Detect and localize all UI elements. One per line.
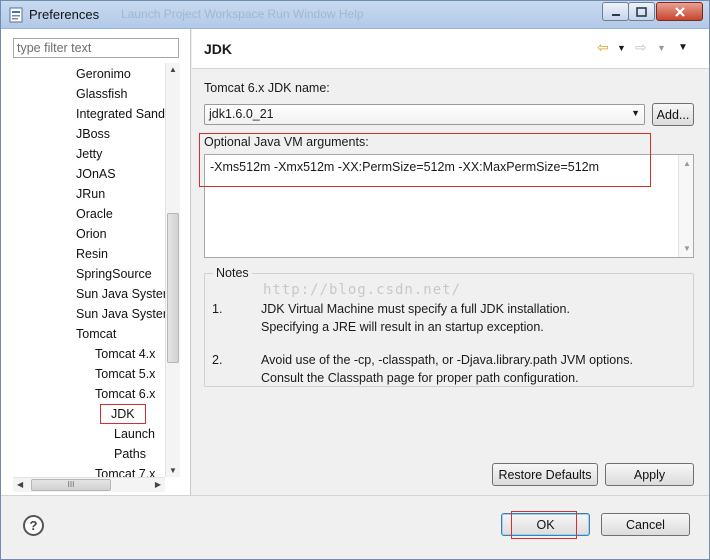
tree-horizontal-scrollbar[interactable]: ◀ III ▶ — [13, 477, 165, 492]
scroll-down-icon[interactable]: ▼ — [683, 244, 691, 253]
tree-item[interactable]: Tomcat 6.x — [95, 385, 155, 403]
forward-menu-chevron-icon[interactable]: ▼ — [657, 43, 666, 53]
tree-item[interactable]: JOnAS — [76, 165, 116, 183]
ok-button[interactable]: OK — [501, 513, 590, 536]
close-button[interactable] — [656, 2, 703, 21]
notes-title: Notes — [213, 266, 252, 280]
note-number: 2. — [212, 353, 223, 367]
jdk-selected-value: jdk1.6.0_21 — [209, 107, 274, 121]
jdk-name-label: Tomcat 6.x JDK name: — [204, 81, 330, 95]
add-jdk-button[interactable]: Add... — [652, 103, 694, 126]
vm-args-label: Optional Java VM arguments: — [204, 135, 369, 149]
tree-item[interactable]: Launch — [114, 425, 155, 443]
preference-tree: Geronimo Glassfish Integrated Sandbox JBoss… — [13, 63, 165, 485]
scroll-up-icon[interactable]: ▲ — [683, 159, 691, 168]
minimize-icon — [611, 13, 620, 16]
watermark: http://blog.csdn.net/ — [263, 282, 462, 298]
window-title: Preferences — [29, 7, 100, 22]
title-bar[interactable]: Preferences Launch Project Workspace Run… — [1, 1, 709, 29]
tree-item[interactable]: Resin — [76, 245, 108, 263]
tree-item[interactable]: JDK — [100, 404, 146, 424]
note-line: JDK Virtual Machine must specify a full … — [261, 302, 570, 316]
back-arrow-icon[interactable]: ⇦ — [597, 39, 609, 56]
tree-item[interactable]: Oracle — [76, 205, 113, 223]
menu-chevron-icon[interactable]: ▼ — [678, 42, 688, 53]
note-line: Specifying a JRE will result in an start… — [261, 320, 544, 334]
tree-item[interactable]: Paths — [114, 445, 146, 463]
scroll-down-icon[interactable]: ▼ — [169, 466, 177, 475]
tree-item[interactable]: SpringSource — [76, 265, 152, 283]
tree-vertical-scrollbar[interactable]: ▲ ▼ — [165, 63, 180, 477]
scroll-left-icon[interactable]: ◀ — [17, 480, 23, 489]
vm-args-textarea[interactable]: -Xms512m -Xmx512m -XX:PermSize=512m -XX:… — [204, 154, 694, 258]
note-line: Avoid use of the -cp, -classpath, or -Dj… — [261, 353, 633, 367]
apply-button[interactable]: Apply — [605, 463, 694, 486]
jdk-name-select[interactable]: jdk1.6.0_21 ▼ — [204, 104, 645, 125]
chevron-down-icon: ▼ — [631, 108, 640, 118]
close-icon — [674, 6, 685, 17]
scroll-right-icon[interactable]: ▶ — [155, 480, 161, 489]
page-title: JDK — [204, 41, 233, 57]
notes-group: Notes http://blog.csdn.net/ 1. JDK Virtu… — [204, 266, 694, 387]
restore-defaults-button[interactable]: Restore Defaults — [492, 463, 598, 486]
tree-item[interactable]: Tomcat 5.x — [95, 365, 155, 383]
page-header: JDK ⇦ ▼ ⇨ ▼ ▼ — [192, 29, 709, 69]
preference-tree-panel: Geronimo Glassfish Integrated Sandbox JBoss… — [1, 29, 191, 495]
note-line: Consult the Classpath page for proper pa… — [261, 371, 579, 385]
scroll-up-icon[interactable]: ▲ — [169, 65, 177, 74]
app-icon — [9, 7, 23, 23]
tree-item[interactable]: Tomcat — [76, 325, 116, 343]
tree-item[interactable]: Jetty — [76, 145, 102, 163]
forward-arrow-icon[interactable]: ⇨ — [635, 39, 647, 56]
maximize-button[interactable] — [628, 2, 655, 21]
tree-item[interactable]: Orion — [76, 225, 107, 243]
tree-item[interactable]: JRun — [76, 185, 105, 203]
tree-item[interactable]: Sun Java System — [76, 285, 165, 303]
grip-marks: III — [67, 480, 75, 489]
cancel-button[interactable]: Cancel — [601, 513, 690, 536]
jdk-preference-page: JDK ⇦ ▼ ⇨ ▼ ▼ Tomcat 6.x JDK name: jdk1.… — [192, 29, 709, 495]
background-menu-ghost: Launch Project Workspace Run Window Help — [121, 7, 364, 21]
preferences-window: Preferences Launch Project Workspace Run… — [0, 0, 710, 560]
tree-item[interactable]: Sun Java System — [76, 305, 165, 323]
tree-hscroll-thumb[interactable]: III — [31, 479, 111, 491]
tree-item[interactable]: Geronimo — [76, 65, 131, 83]
vm-args-scrollbar[interactable]: ▲ ▼ — [678, 155, 693, 257]
filter-input[interactable] — [13, 38, 179, 58]
vm-args-value: -Xms512m -Xmx512m -XX:PermSize=512m -XX:… — [210, 160, 600, 174]
help-icon[interactable]: ? — [23, 515, 44, 536]
tree-item[interactable]: Integrated Sandbox — [76, 105, 165, 123]
dialog-button-bar: ? OK Cancel — [1, 495, 709, 559]
tree-item[interactable]: JBoss — [76, 125, 110, 143]
minimize-button[interactable] — [602, 2, 629, 21]
tree-scroll-thumb[interactable] — [167, 213, 179, 363]
maximize-icon — [636, 6, 647, 17]
tree-item[interactable]: Tomcat 4.x — [95, 345, 155, 363]
tree-item[interactable]: Glassfish — [76, 85, 127, 103]
back-menu-chevron-icon[interactable]: ▼ — [617, 43, 626, 53]
note-number: 1. — [212, 302, 223, 316]
